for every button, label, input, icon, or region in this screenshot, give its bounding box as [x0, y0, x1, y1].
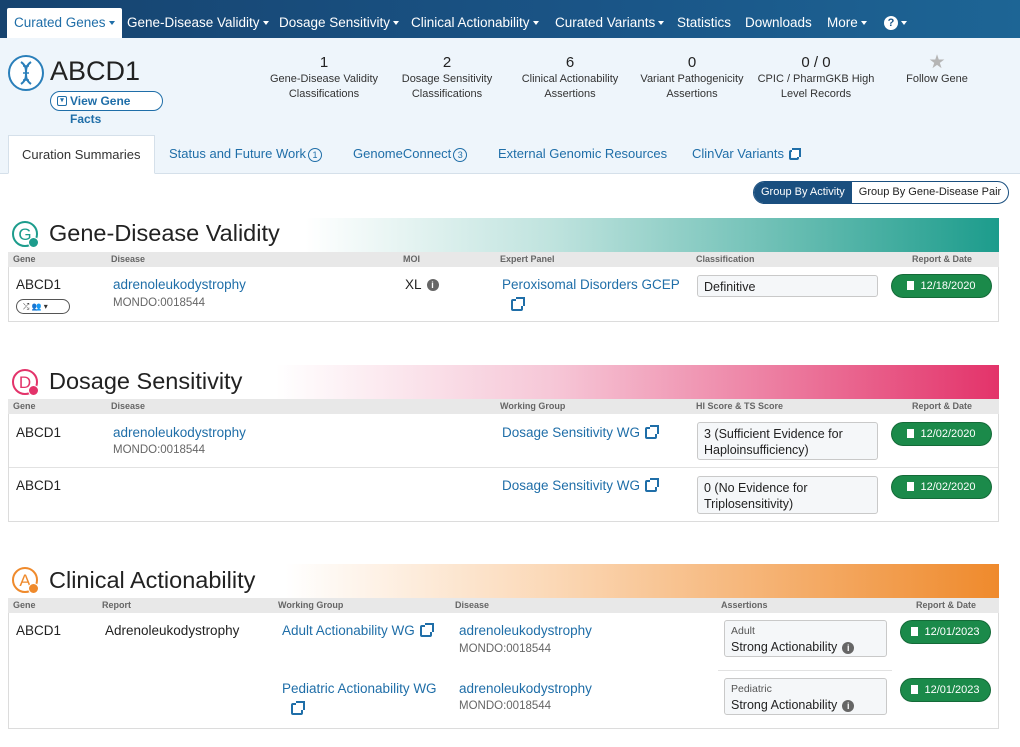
report-date-button[interactable]: 12/01/2023 — [901, 621, 990, 643]
nav-gene-disease-validity[interactable]: Gene-Disease Validity — [127, 0, 269, 38]
moi-cell: XL i — [405, 277, 439, 292]
report-date-button[interactable]: 12/02/2020 — [892, 476, 991, 498]
validity-section-title: Gene-Disease Validity — [49, 220, 280, 246]
curation-type-dropdown[interactable]: ⤮ 👥 ▾ — [16, 299, 70, 314]
external-link-icon[interactable] — [291, 701, 305, 715]
validity-table-header: Gene Disease MOI Expert Panel Classifica… — [8, 252, 999, 267]
disease-link[interactable]: adrenoleukodystrophy — [459, 681, 592, 696]
actionability-section-title: Clinical Actionability — [49, 567, 256, 593]
nav-dosage-sensitivity[interactable]: Dosage Sensitivity — [279, 0, 400, 38]
stat-cpic-pharmgkb: 0 / 0 CPIC / PharmGKB High Level Records — [757, 54, 875, 100]
gene-symbol: ABCD1 — [50, 56, 141, 86]
help-icon: ? — [884, 16, 898, 31]
tab-genomeconnect[interactable]: GenomeConnect 3 — [353, 135, 468, 173]
dosage-table-header: Gene Disease Working Group HI Score & TS… — [8, 399, 999, 414]
nav-curated-variants[interactable]: Curated Variants — [555, 0, 665, 38]
expert-panel-link[interactable]: Peroxisomal Disorders GCEP — [502, 277, 680, 292]
working-group-link[interactable]: Dosage Sensitivity WG — [502, 478, 640, 493]
working-group-link[interactable]: Dosage Sensitivity WG — [502, 425, 640, 440]
external-link-icon[interactable] — [419, 623, 434, 638]
mondo-id: MONDO:0018544 — [113, 444, 206, 456]
assertion-box: Adult Strong Actionability i — [724, 620, 887, 657]
working-group-cell: Dosage Sensitivity WG — [502, 425, 660, 440]
dna-icon — [8, 55, 44, 91]
document-icon — [907, 482, 915, 491]
external-link-icon[interactable] — [645, 425, 660, 440]
tab-clinvar-variants[interactable]: ClinVar Variants — [692, 135, 801, 173]
nav-downloads[interactable]: Downloads — [745, 0, 812, 38]
top-navbar: Curated Genes Gene-Disease Validity Dosa… — [0, 0, 1020, 38]
document-icon — [907, 429, 915, 438]
chevron-down-icon: ▾ — [57, 96, 67, 106]
stat-variant-pathogenicity: 0 Variant Pathogenicity Assertions — [640, 54, 744, 100]
stat-gene-disease-validity: 1 Gene-Disease Validity Classifications — [269, 54, 378, 100]
gene-cell: ABCD1 — [16, 277, 62, 292]
star-icon: ★ — [928, 52, 946, 73]
tab-curation-summaries[interactable]: Curation Summaries — [8, 135, 155, 174]
mondo-id: MONDO:0018544 — [459, 700, 552, 712]
follow-gene-button[interactable]: ★ Follow Gene — [897, 52, 977, 87]
info-icon[interactable]: i — [426, 279, 439, 292]
row-divider — [9, 467, 998, 468]
disease-link[interactable]: adrenoleukodystrophy — [113, 277, 246, 292]
info-icon[interactable]: i — [842, 699, 855, 712]
row-divider — [718, 670, 892, 671]
working-group-link[interactable]: Pediatric Actionability WG — [282, 681, 437, 696]
nav-more[interactable]: More — [827, 0, 867, 38]
hi-score-box: 3 (Sufficient Evidence for Haploinsuffic… — [697, 422, 878, 460]
group-toggle: Group By Activity Group By Gene-Disease … — [753, 181, 1010, 204]
external-link-icon[interactable] — [645, 478, 660, 493]
actionability-badge-icon: A — [12, 567, 39, 594]
dosage-badge-icon: D — [12, 369, 39, 396]
stat-clinical-actionability: 6 Clinical Actionability Assertions — [521, 54, 619, 100]
external-link-icon[interactable] — [511, 297, 525, 311]
document-icon — [907, 281, 915, 290]
nav-help[interactable]: ? — [884, 0, 907, 38]
mondo-id: MONDO:0018544 — [459, 643, 552, 655]
stat-dosage-sensitivity: 2 Dosage Sensitivity Classifications — [401, 54, 493, 100]
report-cell: Adrenoleukodystrophy — [105, 623, 240, 638]
working-group-cell: Adult Actionability WG — [282, 623, 434, 638]
tab-status-future-work[interactable]: Status and Future Work 1 — [169, 135, 323, 173]
working-group-cell: Dosage Sensitivity WG — [502, 478, 660, 493]
report-date-button[interactable]: 12/02/2020 — [892, 423, 991, 445]
gene-cell: ABCD1 — [16, 425, 62, 440]
dosage-section-title: Dosage Sensitivity — [49, 368, 243, 394]
working-group-link[interactable]: Adult Actionability WG — [282, 623, 415, 638]
disease-link[interactable]: adrenoleukodystrophy — [113, 425, 246, 440]
ts-score-box: 0 (No Evidence for Triplosensitivity) — [697, 476, 878, 514]
view-gene-facts-button[interactable]: ▾ View Gene Facts — [50, 91, 163, 126]
group-by-pair-button[interactable]: Group By Gene-Disease Pair — [852, 182, 1008, 203]
tab-external-genomic-resources[interactable]: External Genomic Resources — [498, 135, 667, 173]
nav-clinical-actionability[interactable]: Clinical Actionability — [411, 0, 539, 38]
mondo-id: MONDO:0018544 — [113, 297, 206, 309]
disease-link[interactable]: adrenoleukodystrophy — [459, 623, 592, 638]
document-icon — [911, 685, 919, 694]
assertion-box: Pediatric Strong Actionability i — [724, 678, 887, 715]
nav-curated-genes[interactable]: Curated Genes — [7, 8, 122, 38]
group-by-activity-button[interactable]: Group By Activity — [754, 182, 852, 203]
external-link-icon — [789, 147, 801, 160]
actionability-table-header: Gene Report Working Group Disease Assert… — [8, 598, 999, 613]
classification-box: Definitive — [697, 275, 878, 297]
gene-cell: ABCD1 — [16, 623, 62, 638]
report-date-button[interactable]: 12/01/2023 — [901, 679, 990, 701]
gene-cell: ABCD1 — [16, 478, 62, 493]
report-date-button[interactable]: 12/18/2020 — [892, 275, 991, 297]
nav-statistics[interactable]: Statistics — [677, 0, 731, 38]
document-icon — [911, 627, 919, 636]
validity-badge-icon: G — [12, 221, 39, 248]
info-icon[interactable]: i — [842, 641, 855, 654]
